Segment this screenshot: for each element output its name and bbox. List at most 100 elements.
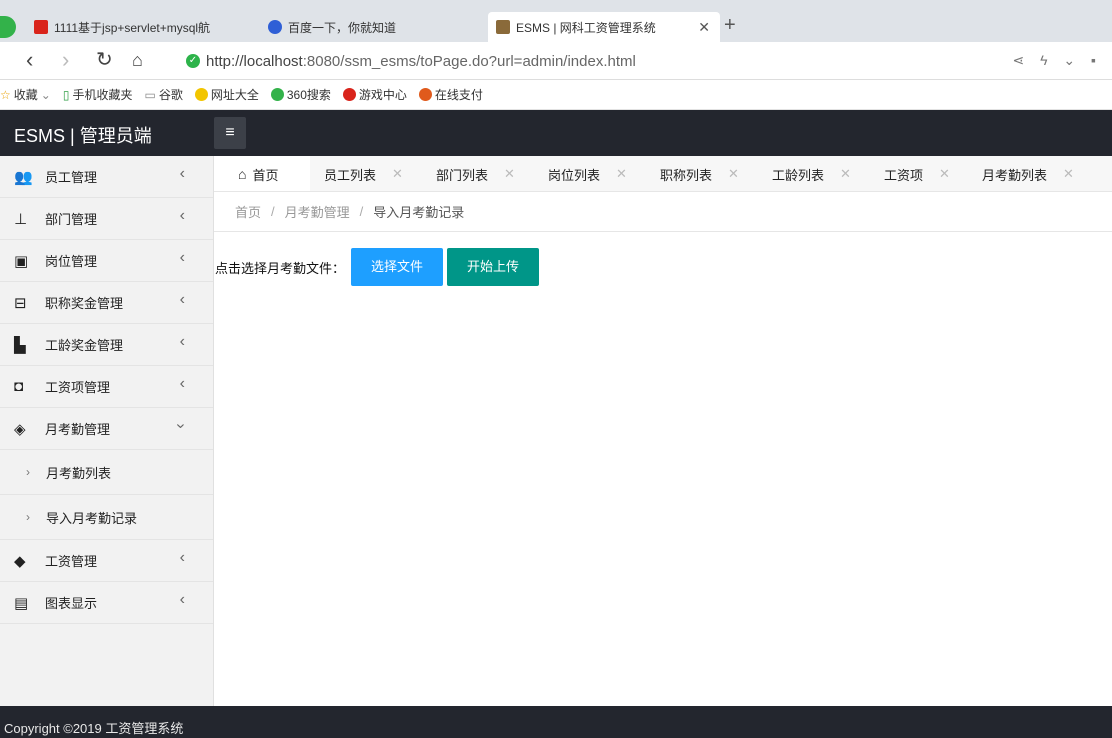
tab-salary-items[interactable]: 工资项 ✕ <box>870 156 968 191</box>
sidebar-item-title-bonus[interactable]: ⊟ 职称奖金管理 ‹ <box>0 282 213 324</box>
browser-tab-title: ESMS | 网科工资管理系统 <box>516 20 656 35</box>
app-title: ESMS | 管理员端 <box>14 126 152 146</box>
select-file-button[interactable]: 选择文件 <box>351 248 444 286</box>
sidebar: 👥 员工管理 ‹ ⊥ 部门管理 ‹ ▣ 岗位管理 ‹ ⊟ 职称奖金管理 ‹ ▙ … <box>0 156 214 706</box>
sidebar-item-charts[interactable]: ▤ 图表显示 ‹ <box>0 582 213 624</box>
tab-employee-list[interactable]: 员工列表 ✕ <box>310 156 422 191</box>
tab-attendance-list[interactable]: 月考勤列表 ✕ <box>968 156 1098 191</box>
home-icon[interactable]: ⌂ <box>132 48 143 72</box>
bookmark-google[interactable]: ▭ 谷歌 <box>144 86 182 103</box>
close-icon[interactable]: ✕ <box>616 166 627 182</box>
new-tab-icon[interactable]: + <box>724 14 736 37</box>
bookmark-sites[interactable]: 网址大全 <box>194 86 259 103</box>
chevron-left-icon: ‹ <box>179 165 185 182</box>
close-icon[interactable]: ✕ <box>728 166 739 182</box>
tab-title-list[interactable]: 职称列表 ✕ <box>646 156 758 191</box>
sidebar-item-salary-items[interactable]: ◘ 工资项管理 ‹ <box>0 366 213 408</box>
chevron-left-icon: ‹ <box>179 249 185 266</box>
url-host: http://localhost <box>206 52 303 70</box>
tab-home[interactable]: ⌂ 首页 <box>214 156 310 191</box>
browser-tab-strip: 1111基于jsp+servlet+mysql航 百度一下，你就知道 ESMS … <box>0 0 1112 42</box>
close-icon[interactable]: ✕ <box>840 166 851 182</box>
breadcrumb-current: 导入月考勤记录 <box>373 205 465 220</box>
breadcrumb-section[interactable]: 月考勤管理 <box>285 202 350 221</box>
app-header: ESMS | 管理员端 ≡ <box>0 110 1112 156</box>
browser-tab-title: 1111基于jsp+servlet+mysql航 <box>54 20 211 35</box>
breadcrumb-separator: / <box>359 204 364 219</box>
layers-icon: ◈ <box>14 420 26 438</box>
chevron-right-icon: › <box>26 465 30 479</box>
back-icon[interactable]: ‹ <box>26 48 33 72</box>
briefcase-icon: ⊟ <box>14 294 27 312</box>
chevron-left-icon: ‹ <box>179 591 185 608</box>
sidebar-item-salary[interactable]: ◆ 工资管理 ‹ <box>0 540 213 582</box>
tab-seniority-list[interactable]: 工龄列表 ✕ <box>758 156 870 191</box>
page-favicon-icon <box>496 20 510 34</box>
bookmark-360[interactable]: 360搜索 <box>270 86 331 103</box>
tab-department-list[interactable]: 部门列表 ✕ <box>422 156 534 191</box>
chevron-left-icon: ‹ <box>179 375 185 392</box>
bookmark-games[interactable]: 游戏中心 <box>342 86 407 103</box>
page-favicon-icon <box>34 20 48 34</box>
star-icon: ☆ <box>0 87 11 102</box>
shield-icon: ✓ <box>186 54 200 68</box>
footer-copyright: Copyright ©2019 工资管理系统 <box>0 706 1112 738</box>
building-icon: ▙ <box>14 336 26 354</box>
upload-label: 点击选择月考勤文件： <box>215 260 346 276</box>
sidebar-subitem-import-attendance[interactable]: › 导入月考勤记录 <box>0 495 213 540</box>
sitemap-icon: ⊥ <box>14 210 28 228</box>
content-tab-bar: ⌂ 首页 员工列表 ✕ 部门列表 ✕ 岗位列表 ✕ 职称列表 ✕ 工龄列表 ✕ 工资项 ✕ … <box>214 156 1112 192</box>
menu-icon: ≡ <box>225 124 235 141</box>
browser-tab-1[interactable]: 1111基于jsp+servlet+mysql航 <box>26 12 258 42</box>
close-icon[interactable]: ✕ <box>1063 166 1074 182</box>
money-icon: ◘ <box>14 378 24 395</box>
upload-form: 点击选择月考勤文件： 选择文件 开始上传 <box>215 248 543 286</box>
page-icon: ▭ <box>144 87 156 102</box>
start-upload-button[interactable]: 开始上传 <box>447 248 540 286</box>
breadcrumb: 首页 / 月考勤管理 / 导入月考勤记录 <box>214 192 1112 232</box>
chevron-left-icon: ‹ <box>179 207 185 224</box>
book-icon: ▤ <box>14 594 29 612</box>
sidebar-subitem-attendance-list[interactable]: › 月考勤列表 <box>0 450 213 495</box>
home-icon: ⌂ <box>238 166 247 182</box>
address-bar: ‹ › ↻ ⌂ ✓ http://localhost:8080/ssm_esms… <box>0 42 1112 80</box>
pay-icon <box>418 88 432 101</box>
sidebar-item-seniority-bonus[interactable]: ▙ 工龄奖金管理 ‹ <box>0 324 213 366</box>
search360-icon <box>270 88 284 101</box>
close-icon[interactable]: ✕ <box>504 166 515 182</box>
browser-tab-3-active[interactable]: ESMS | 网科工资管理系统 ✕ <box>488 12 720 42</box>
game-icon <box>342 88 356 101</box>
chevron-left-icon: ‹ <box>179 549 185 566</box>
close-icon[interactable]: ✕ <box>939 166 950 182</box>
baidu-favicon-icon <box>268 20 282 34</box>
breadcrumb-home[interactable]: 首页 <box>235 202 261 221</box>
sidebar-item-attendance[interactable]: ◈ 月考勤管理 ‹ <box>0 408 213 450</box>
chevron-left-icon: ‹ <box>179 333 185 350</box>
url-path: :8080/ssm_esms/toPage.do?url=admin/index… <box>302 52 636 70</box>
browser-tab-2[interactable]: 百度一下，你就知道 <box>260 12 486 42</box>
sidebar-toggle-button[interactable]: ≡ <box>214 117 246 149</box>
bookmark-favorites[interactable]: ☆ 收藏 ⌄ <box>0 86 51 103</box>
bookmark-pay[interactable]: 在线支付 <box>418 86 483 103</box>
user-group-icon: 👥 <box>14 168 33 186</box>
sidebar-item-department[interactable]: ⊥ 部门管理 ‹ <box>0 198 213 240</box>
bookmark-mobile[interactable]: ▯ 手机收藏夹 <box>63 86 133 103</box>
id-card-icon: ▣ <box>14 252 29 270</box>
close-icon[interactable]: ✕ <box>392 166 403 182</box>
chevron-right-icon: › <box>26 510 30 524</box>
bookmarks-bar: ☆ 收藏 ⌄ ▯ 手机收藏夹 ▭ 谷歌 网址大全 360搜索 游戏中心 在线支付 <box>0 80 1112 110</box>
share-icon[interactable]: ⋖ ϟ ⌄ ▪ <box>1012 52 1102 69</box>
sidebar-item-position[interactable]: ▣ 岗位管理 ‹ <box>0 240 213 282</box>
browser-logo-icon <box>0 16 16 38</box>
tab-close-icon[interactable]: ✕ <box>698 19 710 36</box>
sidebar-item-employee[interactable]: 👥 员工管理 ‹ <box>0 156 213 198</box>
chevron-down-icon: ⌄ <box>40 87 51 102</box>
forward-icon[interactable]: › <box>62 48 69 72</box>
phone-icon: ▯ <box>62 87 70 102</box>
tab-position-list[interactable]: 岗位列表 ✕ <box>534 156 646 191</box>
reload-icon[interactable]: ↻ <box>96 48 113 72</box>
chevron-down-icon: ‹ <box>171 423 189 429</box>
browser-tab-title: 百度一下，你就知道 <box>288 20 397 35</box>
url-field[interactable]: ✓ http://localhost:8080/ssm_esms/toPage.… <box>186 49 1006 73</box>
breadcrumb-separator: / <box>271 204 275 219</box>
